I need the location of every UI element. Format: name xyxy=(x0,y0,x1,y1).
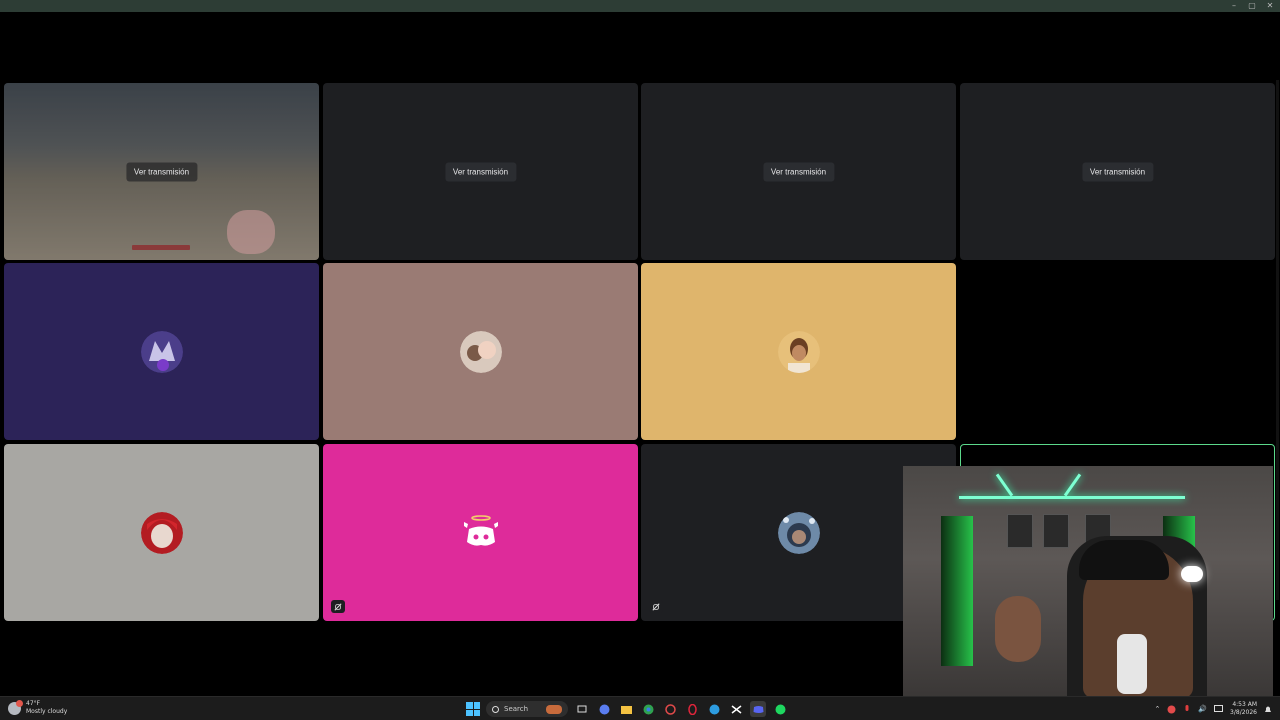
participant-tile-5[interactable] xyxy=(323,444,638,621)
webcam-light xyxy=(1181,566,1203,582)
app-icon-swirl[interactable] xyxy=(662,701,678,717)
avatar xyxy=(140,330,183,373)
avatar xyxy=(140,511,183,554)
stream-preview-shape xyxy=(227,210,275,254)
task-view-icon[interactable] xyxy=(574,701,590,717)
watch-stream-button[interactable]: Ver transmisión xyxy=(1081,162,1154,181)
clock-time: 4:53 AM xyxy=(1232,701,1257,708)
stream-tile-3[interactable]: Ver transmisión xyxy=(641,83,956,260)
file-explorer-icon[interactable] xyxy=(618,701,634,717)
weather-widget[interactable]: 47°F Mostly cloudy xyxy=(8,699,68,716)
search-icon xyxy=(492,705,499,713)
discord-icon[interactable] xyxy=(750,701,766,717)
maximize-button[interactable]: ▢ xyxy=(1248,0,1256,12)
stream-tile-1[interactable]: Ver transmisión xyxy=(4,83,319,260)
watch-stream-button[interactable]: Ver transmisión xyxy=(762,162,835,181)
taskbar: 47°F Mostly cloudy Search ⌃ 🔊 4:53 AM 3/… xyxy=(0,696,1280,720)
participant-tile-1[interactable] xyxy=(4,263,319,440)
edge-icon[interactable] xyxy=(706,701,722,717)
avatar xyxy=(777,511,820,554)
window-controls: – ▢ ✕ xyxy=(1230,0,1274,12)
webcam-wall-frame xyxy=(1043,514,1069,548)
opera-icon[interactable] xyxy=(684,701,700,717)
volume-icon[interactable]: 🔊 xyxy=(1198,705,1207,713)
taskbar-clock[interactable]: 4:53 AM 3/8/2026 xyxy=(1230,701,1257,717)
search-placeholder: Search xyxy=(504,705,529,713)
stream-tile-4[interactable]: Ver transmisión xyxy=(960,83,1275,260)
stream-preview-hud xyxy=(132,245,190,250)
spotify-icon[interactable] xyxy=(772,701,788,717)
stream-tile-2[interactable]: Ver transmisión xyxy=(323,83,638,260)
network-icon[interactable] xyxy=(1214,705,1224,713)
chevron-up-icon[interactable]: ⌃ xyxy=(1154,705,1160,713)
weather-icon xyxy=(8,699,23,715)
search-highlight-icon xyxy=(546,704,562,714)
watch-stream-button[interactable]: Ver transmisión xyxy=(444,162,517,181)
clock-date: 3/8/2026 xyxy=(1230,709,1257,716)
webcam-cap xyxy=(1079,540,1169,580)
avatar xyxy=(777,330,820,373)
microphone-icon[interactable] xyxy=(1183,704,1191,714)
webcam-green-light xyxy=(941,516,973,666)
deafened-icon xyxy=(331,600,345,613)
notifications-icon[interactable] xyxy=(1264,705,1272,714)
participant-tile-2[interactable] xyxy=(323,263,638,440)
discord-default-avatar xyxy=(460,512,502,554)
webcam-hand xyxy=(995,596,1041,662)
webcam-microphone xyxy=(1117,634,1147,694)
webcam-overlay xyxy=(903,466,1273,698)
avatar xyxy=(459,330,502,373)
capcut-icon[interactable] xyxy=(728,701,744,717)
windows-start-icon[interactable] xyxy=(466,702,480,716)
minimize-button[interactable]: – xyxy=(1230,0,1238,12)
webcam-wall-frame xyxy=(1007,514,1033,548)
deafened-icon xyxy=(649,600,663,613)
watch-stream-button[interactable]: Ver transmisión xyxy=(125,162,198,181)
taskbar-search[interactable]: Search xyxy=(486,701,568,717)
close-button[interactable]: ✕ xyxy=(1266,0,1274,12)
participant-tile-3[interactable] xyxy=(641,263,956,440)
scrollbar[interactable] xyxy=(1276,80,1279,600)
taskbar-apps: Search xyxy=(466,700,788,718)
participant-tile-4[interactable] xyxy=(4,444,319,621)
window-titlebar: – ▢ ✕ xyxy=(0,0,1280,12)
webcam-led-strip xyxy=(959,496,1185,499)
chrome-icon[interactable] xyxy=(640,701,656,717)
app-tray-icon[interactable] xyxy=(1167,705,1176,714)
system-tray: ⌃ 🔊 4:53 AM 3/8/2026 xyxy=(1154,700,1272,718)
weather-desc: Mostly cloudy xyxy=(26,708,68,715)
weather-temp: 47°F xyxy=(26,700,41,707)
copilot-icon[interactable] xyxy=(596,701,612,717)
